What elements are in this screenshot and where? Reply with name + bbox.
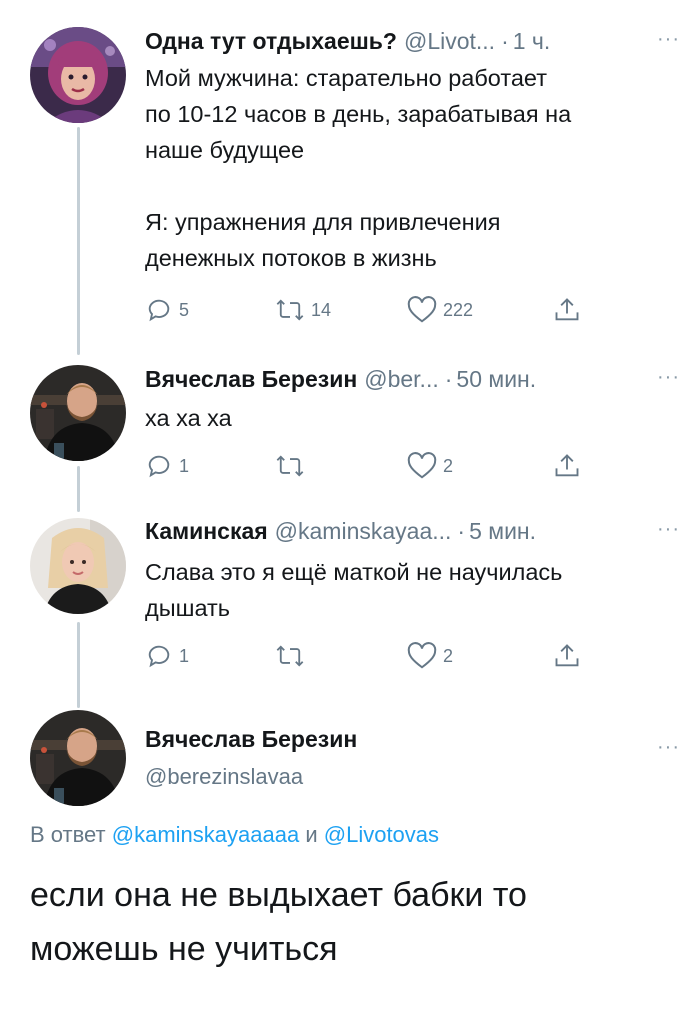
avatar[interactable] <box>30 710 126 806</box>
reply-count: 1 <box>179 645 190 666</box>
tweet-text-line: денежных потоков в жизнь <box>145 245 437 271</box>
retweet-button[interactable] <box>275 450 311 482</box>
retweet-icon <box>276 455 304 477</box>
thread-tweet[interactable]: Вячеслав Березин @ber... · 50 мин. ··· х… <box>0 350 700 500</box>
author-handle[interactable]: @kaminskayaa... <box>275 518 452 545</box>
main-tweet-text-line: если она не выдыхает бабки то <box>30 876 527 914</box>
avatar[interactable] <box>30 518 126 614</box>
heart-icon <box>407 452 437 479</box>
share-icon <box>555 644 579 667</box>
heart-icon <box>407 642 437 669</box>
reply-to-prefix: В ответ <box>30 822 106 847</box>
more-icon[interactable]: ··· <box>657 366 680 389</box>
tweet-text-line: ха ха ха <box>145 405 232 431</box>
reply-button[interactable]: 1 <box>145 450 189 482</box>
retweet-count: 14 <box>311 299 332 320</box>
share-button[interactable] <box>553 640 581 672</box>
author-handle[interactable]: @Livot... <box>404 28 495 55</box>
tweet-text-line: Я: упражнения для привлечения <box>145 209 501 235</box>
avatar[interactable] <box>30 27 126 123</box>
dot-separator: · <box>457 517 466 544</box>
main-tweet-text: если она не выдыхает бабки то можешь не … <box>30 868 670 976</box>
more-icon[interactable]: ··· <box>657 518 680 541</box>
share-button[interactable] <box>553 294 581 326</box>
timestamp[interactable]: 1 ч. <box>513 28 551 55</box>
reply-count: 1 <box>179 455 190 476</box>
like-button[interactable]: 2 <box>407 450 453 482</box>
share-icon <box>555 298 579 321</box>
reply-button[interactable]: 1 <box>145 640 189 672</box>
reply-to-conjunction: и <box>305 822 318 847</box>
tweet-text-line: по 10-12 часов в день, зарабатывая на <box>145 101 572 127</box>
share-icon <box>555 454 579 477</box>
author-name[interactable]: Одна тут отдыхаешь? <box>145 28 397 55</box>
tweet-text: Слава это я ещё маткой не научилась дыша… <box>145 554 670 626</box>
like-count: 2 <box>443 645 454 666</box>
tweet-text-line <box>145 168 670 204</box>
retweet-button[interactable] <box>275 640 311 672</box>
tweet-text-line: дышать <box>145 595 231 621</box>
tweet-text-line: Слава это я ещё маткой не научилась <box>145 559 563 585</box>
reply-icon <box>148 455 170 478</box>
more-icon[interactable]: ··· <box>657 28 680 51</box>
reply-count: 5 <box>179 299 190 320</box>
tweet-text: Мой мужчина: старательно работает по 10-… <box>145 60 670 276</box>
like-count: 222 <box>443 299 474 320</box>
author-name[interactable]: Вячеслав Березин <box>145 366 357 393</box>
tweet-text: ха ха ха <box>145 400 670 436</box>
like-button[interactable]: 2 <box>407 640 453 672</box>
tweet-actions: 5 14 222 <box>145 294 595 326</box>
reply-to-user-link[interactable]: @kaminskayaaaaa <box>112 822 299 847</box>
retweet-icon <box>276 645 304 667</box>
tweet-text-line: Мой мужчина: старательно работает <box>145 65 547 91</box>
like-button[interactable]: 222 <box>407 294 473 326</box>
thread-tweet[interactable]: Одна тут отдыхаешь? @Livot... · 1 ч. ···… <box>0 0 700 350</box>
retweet-icon <box>276 299 304 321</box>
tweet-actions: 1 2 <box>145 450 595 482</box>
main-tweet-text-line: можешь не учиться <box>30 930 338 968</box>
share-button[interactable] <box>553 450 581 482</box>
author-name[interactable]: Вячеслав Березин <box>145 726 357 753</box>
author-name[interactable]: Каминская <box>145 518 268 545</box>
reply-to-user-link[interactable]: @Livotovas <box>324 822 439 847</box>
avatar[interactable] <box>30 365 126 461</box>
thread-tweet[interactable]: Каминская @kaminskayaa... · 5 мин. ··· С… <box>0 500 700 690</box>
reply-to-line: В ответ @kaminskayaaaaa и @Livotovas <box>30 822 439 848</box>
like-count: 2 <box>443 455 454 476</box>
reply-icon <box>148 645 170 668</box>
retweet-button[interactable]: 14 <box>275 294 331 326</box>
timestamp[interactable]: 5 мин. <box>469 518 536 545</box>
author-handle[interactable]: @berezinslavaa <box>145 764 303 790</box>
dot-separator: · <box>444 365 453 392</box>
tweet-actions: 1 2 <box>145 640 595 672</box>
timestamp[interactable]: 50 мин. <box>456 366 536 393</box>
dot-separator: · <box>501 27 509 54</box>
more-icon[interactable]: ··· <box>657 736 680 759</box>
author-handle[interactable]: @ber... <box>364 366 439 393</box>
heart-icon <box>407 296 437 323</box>
tweet-text-line: наше будущее <box>145 137 305 163</box>
reply-button[interactable]: 5 <box>145 294 189 326</box>
reply-icon <box>148 299 170 322</box>
